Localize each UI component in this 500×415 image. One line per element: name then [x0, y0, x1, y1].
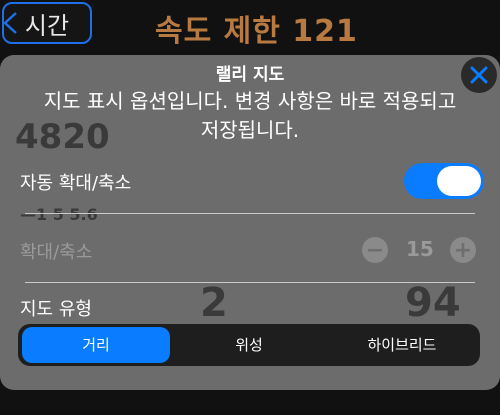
sheet-description: 지도 표시 옵션입니다. 변경 사항은 바로 적용되고 저장됩니다.: [43, 89, 457, 142]
background-ghost-text: 94: [405, 280, 461, 326]
page-title: 속도 제한 121: [155, 14, 358, 49]
plus-icon: +: [453, 237, 473, 263]
sheet-title: 랠리 지도: [215, 65, 285, 85]
back-button[interactable]: 시간: [2, 2, 92, 44]
background-ghost-text: 2: [200, 280, 228, 326]
auto-zoom-label: 자동 확대/축소: [20, 173, 132, 194]
map-type-option-satellite[interactable]: 위성: [174, 327, 324, 363]
back-button-label: 시간: [24, 11, 70, 40]
chevron-left-icon: [3, 12, 17, 34]
divider: [25, 282, 475, 283]
map-type-label: 지도 유형: [20, 299, 92, 320]
map-type-option-hybrid[interactable]: 하이브리드: [328, 327, 476, 363]
divider: [25, 213, 475, 214]
map-type-option-street[interactable]: 거리: [22, 327, 170, 363]
zoom-decrement-button[interactable]: −: [362, 237, 388, 263]
toggle-knob: [437, 166, 481, 196]
auto-zoom-toggle[interactable]: [404, 163, 484, 199]
zoom-value: 15: [406, 237, 434, 261]
close-icon: [470, 66, 488, 84]
background-ghost-text: —1 5 5.6: [20, 205, 98, 224]
zoom-increment-button[interactable]: +: [450, 237, 476, 263]
close-button[interactable]: [461, 57, 497, 93]
minus-icon: −: [365, 237, 385, 263]
map-type-segmented-control: 거리 위성 하이브리드: [18, 324, 480, 366]
zoom-label: 확대/축소: [20, 242, 93, 263]
